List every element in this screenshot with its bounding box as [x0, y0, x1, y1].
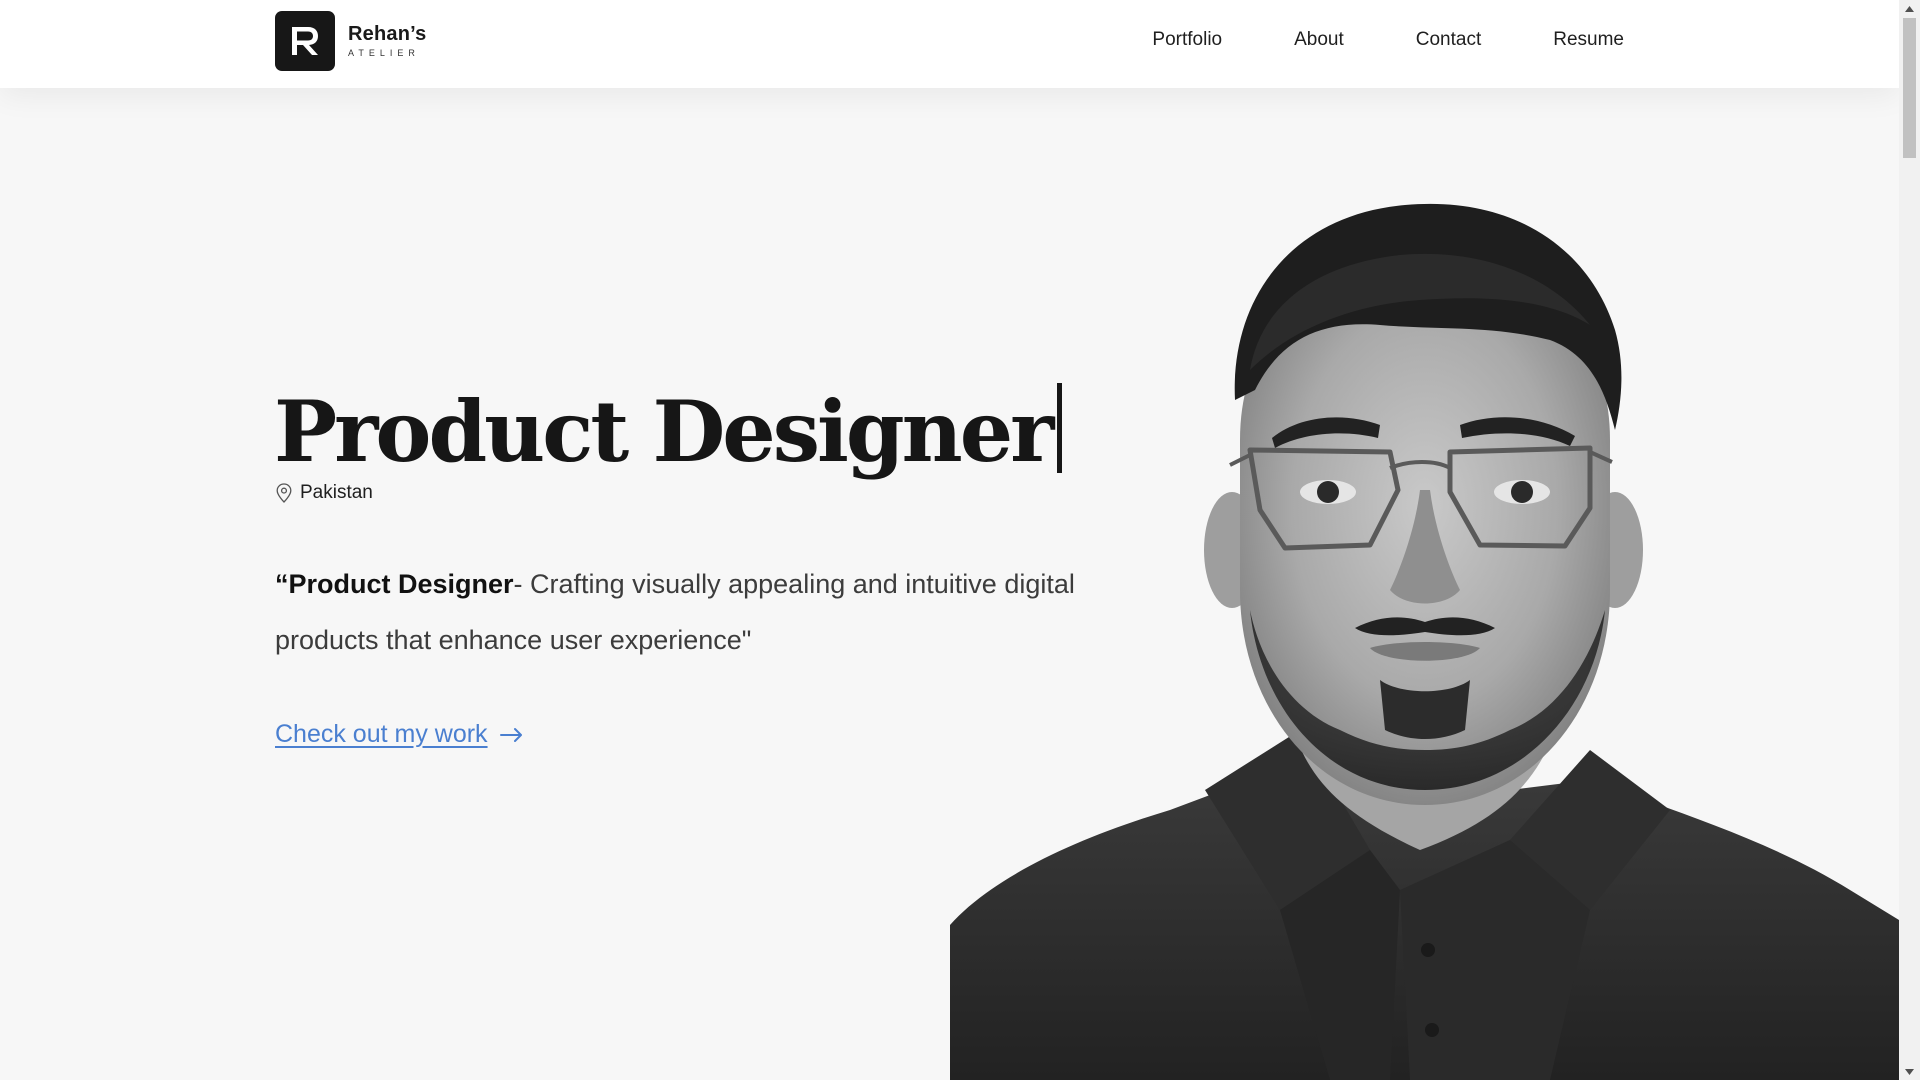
vertical-scrollbar[interactable] [1899, 0, 1920, 1080]
logo-name: Rehan’s [348, 23, 427, 45]
tagline-lead: “Product Designer [275, 569, 514, 599]
cta-label: Check out my work [275, 720, 488, 748]
nav-about-link[interactable]: About [1294, 28, 1344, 52]
nav-portfolio-link[interactable]: Portfolio [1152, 28, 1222, 52]
location-text: Pakistan [300, 482, 373, 503]
profile-portrait-image [950, 190, 1899, 1080]
logo-subtitle: ATELIER [348, 48, 420, 58]
scrollbar-thumb[interactable] [1903, 18, 1916, 158]
main-nav: Portfolio About Contact Resume [1080, 28, 1624, 52]
location: Pakistan [276, 482, 373, 504]
logo-text: Rehan’s ATELIER [348, 24, 426, 58]
nav-resume-link[interactable]: Resume [1553, 28, 1624, 52]
scroll-up-arrow-icon[interactable] [1899, 0, 1920, 17]
logo-r-icon [292, 27, 318, 55]
nav-contact-link[interactable]: Contact [1416, 28, 1481, 52]
check-out-work-link[interactable]: Check out my work [275, 720, 524, 749]
logo-home-link[interactable]: Rehan’s ATELIER [275, 11, 426, 71]
hero-title-text: Product Designer [274, 382, 1054, 481]
site-header: Rehan’s ATELIER Portfolio About Contact … [0, 0, 1899, 88]
map-pin-icon [276, 483, 292, 503]
arrow-right-icon [499, 727, 522, 742]
hero-title: Product Designer [274, 372, 1063, 492]
logo-mark [275, 11, 335, 71]
scroll-down-arrow-icon[interactable] [1899, 1063, 1920, 1080]
page: Rehan’s ATELIER Portfolio About Contact … [0, 0, 1899, 1080]
portrait-illustration [950, 203, 1899, 1080]
